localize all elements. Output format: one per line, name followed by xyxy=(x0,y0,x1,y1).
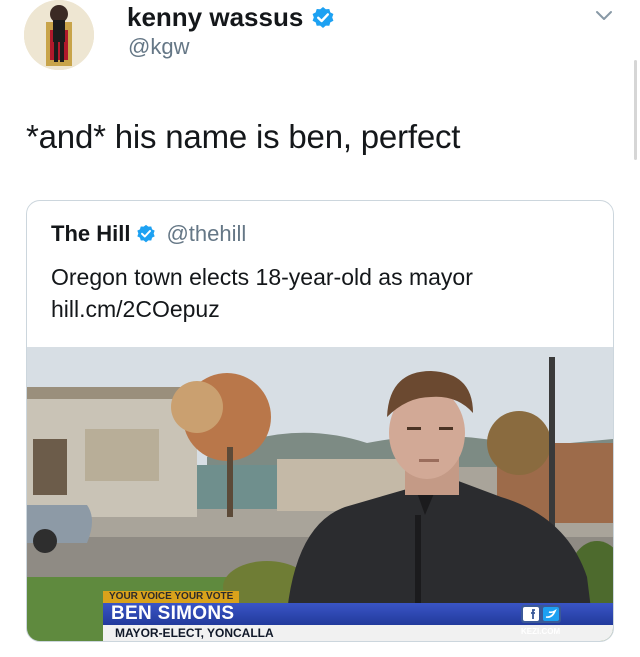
scrollbar[interactable] xyxy=(634,60,637,160)
quoted-tweet-text: Oregon town elects 18-year-old as mayor xyxy=(51,264,473,290)
news-tag: YOUR VOICE YOUR VOTE xyxy=(103,591,240,603)
author-name[interactable]: kenny wassus xyxy=(127,2,303,33)
quoted-author-name[interactable]: The Hill xyxy=(51,221,130,247)
verified-badge-icon xyxy=(137,224,156,243)
news-title: MAYOR-ELECT, YONCALLA xyxy=(115,626,274,640)
news-name: BEN SIMONS xyxy=(111,603,235,624)
quoted-tweet-card[interactable]: The Hill @thehill Oregon town elects 18-… xyxy=(26,200,614,642)
quoted-tweet-header: The Hill @thehill xyxy=(51,221,246,247)
facebook-twitter-icon xyxy=(523,607,559,621)
verified-badge-icon xyxy=(312,6,334,28)
quoted-tweet-body: Oregon town elects 18-year-old as mayor … xyxy=(51,261,473,325)
quoted-tweet-link[interactable]: hill.cm/2COepuz xyxy=(51,293,473,325)
station-brand: KEZI.COM xyxy=(521,627,561,636)
news-lower-third: YOUR VOICE YOUR VOTE BEN SIMONS MAYOR-EL… xyxy=(27,591,613,641)
chevron-down-icon[interactable] xyxy=(594,8,614,24)
author-handle[interactable]: @kgw xyxy=(128,34,189,60)
tweet-text: *and* his name is ben, perfect xyxy=(26,118,461,155)
news-video-still[interactable]: YOUR VOICE YOUR VOTE BEN SIMONS MAYOR-EL… xyxy=(27,347,613,641)
social-icons xyxy=(521,605,561,623)
avatar[interactable] xyxy=(24,0,94,70)
quoted-author-handle[interactable]: @thehill xyxy=(166,221,246,247)
avatar-image xyxy=(24,0,94,70)
author-name-row[interactable]: kenny wassus xyxy=(127,2,335,33)
